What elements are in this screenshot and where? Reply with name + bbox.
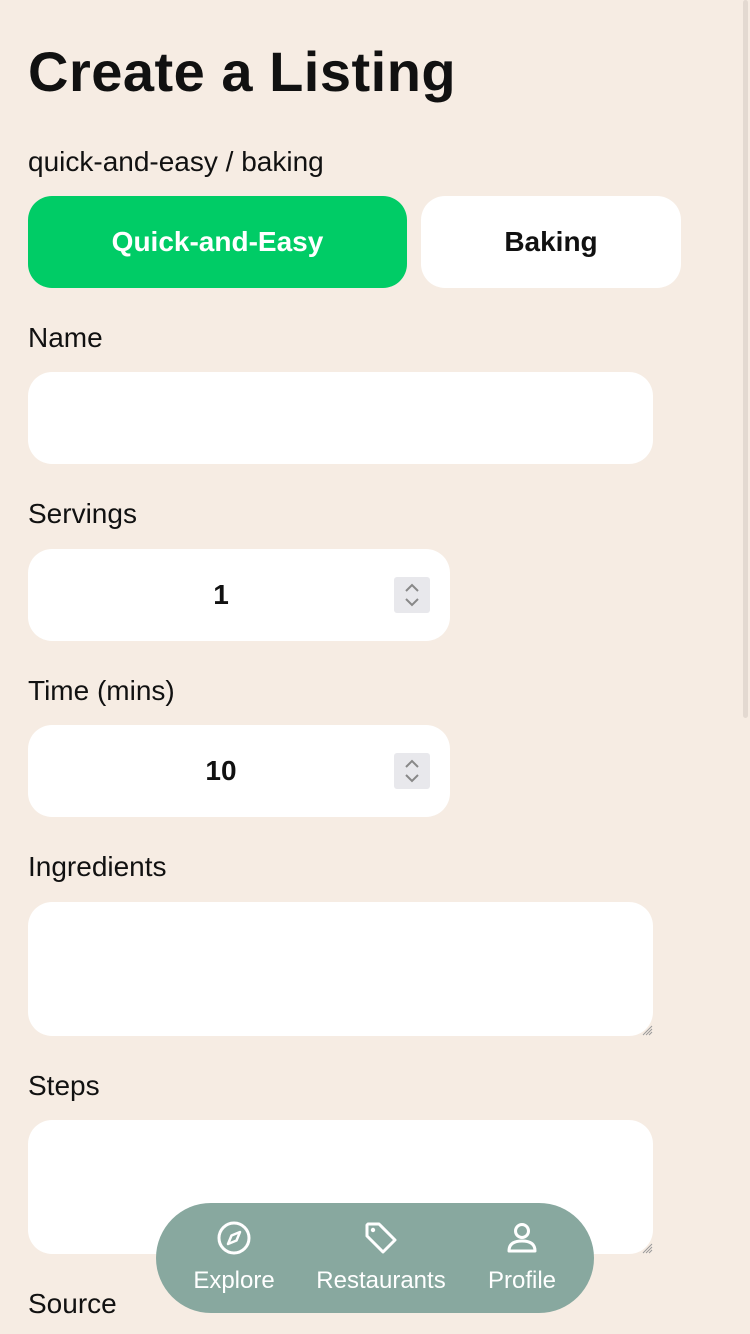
scrollbar[interactable] [743,0,748,718]
name-label: Name [28,322,103,353]
resize-grip-icon[interactable] [641,1242,653,1254]
servings-label: Servings [28,498,137,529]
time-input[interactable]: 10 [28,725,450,817]
ingredients-textarea[interactable] [28,902,653,1036]
stepper-arrows-icon [405,583,419,607]
tag-icon [365,1222,397,1254]
compass-icon [217,1221,251,1255]
servings-value: 1 [213,579,229,610]
category-path: quick-and-easy / baking [28,146,324,177]
page-title: Create a Listing [28,40,457,103]
nav-label-restaurants: Restaurants [316,1267,446,1294]
create-listing-page: Create a Listing quick-and-easy / baking… [0,0,750,1334]
time-value: 10 [205,755,237,786]
ingredients-label: Ingredients [28,851,167,882]
source-label: Source [28,1288,117,1319]
time-label: Time (mins) [28,675,175,706]
servings-input[interactable]: 1 [28,549,450,641]
servings-stepper[interactable] [394,577,430,613]
time-stepper[interactable] [394,753,430,789]
steps-label: Steps [28,1070,100,1101]
nav-item-restaurants[interactable]: Restaurants [306,1203,456,1313]
resize-grip-icon[interactable] [641,1024,653,1036]
nav-item-profile[interactable]: Profile [472,1203,572,1313]
category-quick-and-easy-button[interactable]: Quick-and-Easy [28,196,407,288]
name-input[interactable] [28,372,653,464]
bottom-nav: Explore Restaurants Profile [156,1203,594,1313]
nav-label-profile: Profile [487,1267,557,1294]
nav-item-explore[interactable]: Explore [176,1203,292,1313]
stepper-arrows-icon [405,759,419,783]
category-baking-button[interactable]: Baking [421,196,681,288]
user-icon [507,1223,537,1253]
nav-label-explore: Explore [193,1267,275,1294]
